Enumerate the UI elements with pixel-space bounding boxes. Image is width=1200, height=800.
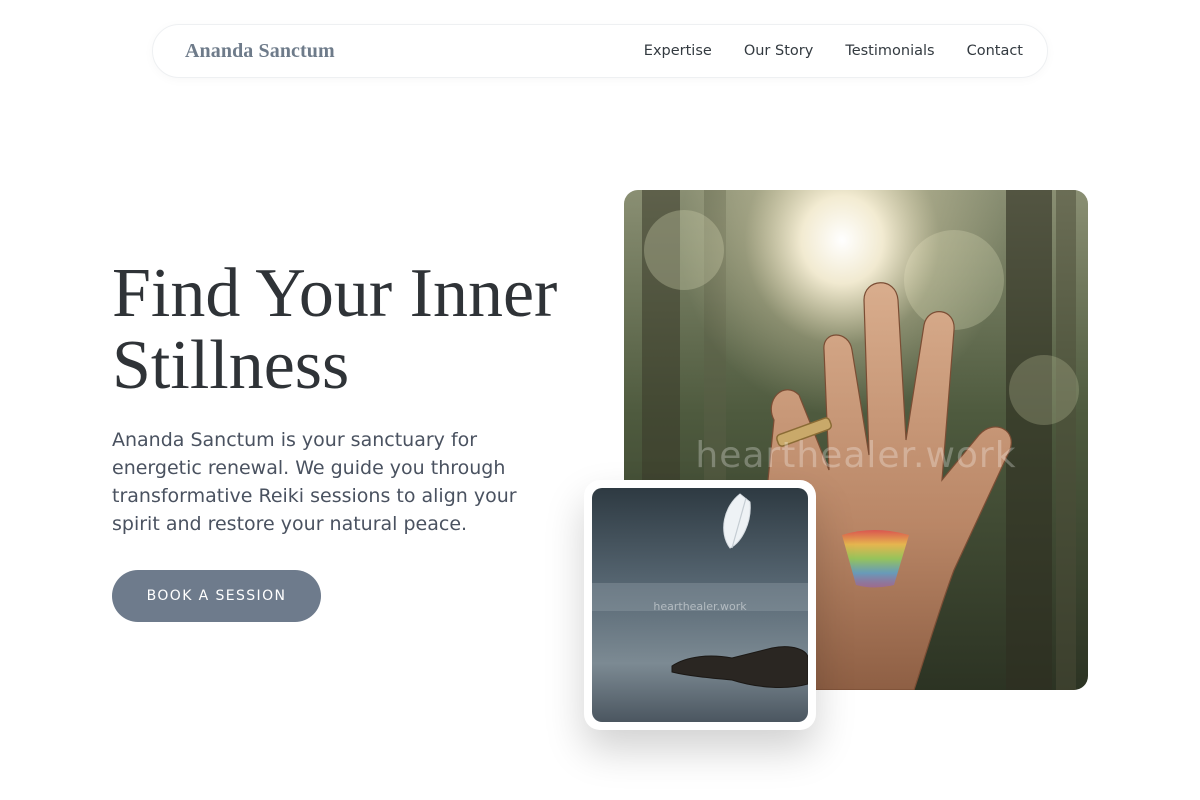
image-watermark-small: hearthealer.work: [653, 600, 747, 613]
nav-link-contact[interactable]: Contact: [967, 43, 1023, 59]
page: Ananda Sanctum Expertise Our Story Testi…: [0, 0, 1200, 800]
hero-title-line-2: Stillness: [112, 327, 350, 404]
hero-secondary-image: hearthealer.work: [592, 488, 808, 722]
hero-title-line-1: Find Your Inner: [112, 255, 558, 332]
nav-link-testimonials[interactable]: Testimonials: [845, 43, 934, 59]
nav-link-expertise[interactable]: Expertise: [644, 43, 712, 59]
book-session-button[interactable]: BOOK A SESSION: [112, 570, 321, 622]
hero-title: Find Your Inner Stillness: [112, 258, 612, 402]
hero-secondary-image-card: hearthealer.work: [584, 480, 816, 730]
image-watermark: hearthealer.work: [695, 435, 1017, 476]
hero-description: Ananda Sanctum is your sanctuary for ene…: [112, 429, 517, 535]
nav-link-our-story[interactable]: Our Story: [744, 43, 813, 59]
brand-logo[interactable]: Ananda Sanctum: [185, 40, 335, 63]
nav-links: Expertise Our Story Testimonials Contact: [644, 43, 1023, 59]
top-navigation: Ananda Sanctum Expertise Our Story Testi…: [152, 24, 1048, 78]
